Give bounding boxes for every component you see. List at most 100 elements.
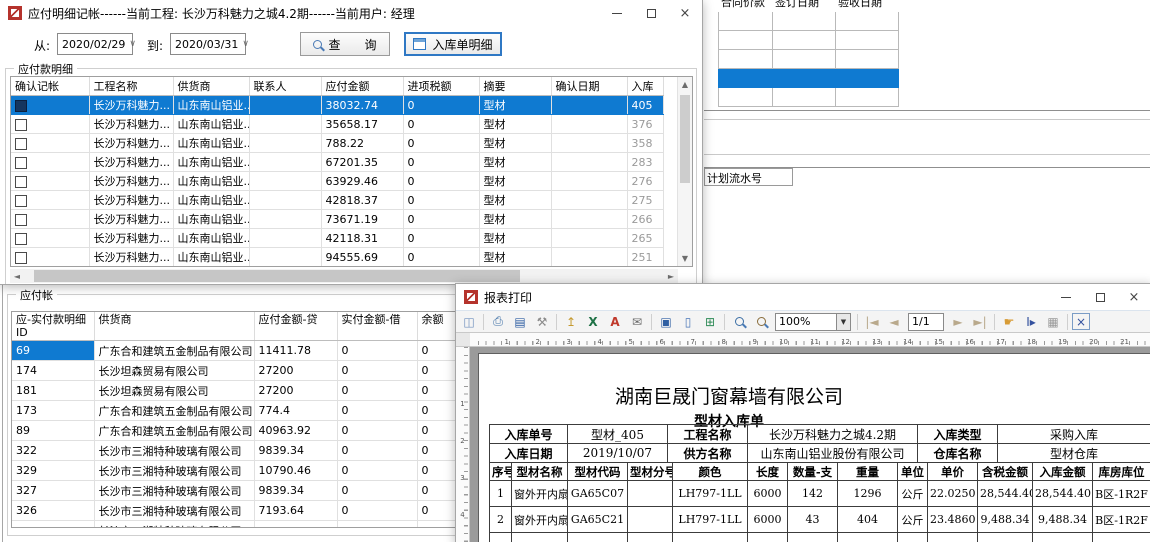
prev-page-icon[interactable]: ◄ xyxy=(884,312,904,331)
cell-inv[interactable]: 250 xyxy=(627,267,663,268)
zoom-in-icon[interactable] xyxy=(729,312,749,331)
col-tax[interactable]: 进项税额 xyxy=(403,77,479,96)
col-credit[interactable]: 应付金额-贷 xyxy=(254,312,337,341)
cell-summary[interactable]: 型材 xyxy=(479,96,551,115)
cell-confirm[interactable] xyxy=(11,115,89,134)
cell-summary[interactable]: 型材 xyxy=(479,229,551,248)
confirm-checkbox[interactable] xyxy=(15,157,27,169)
cell-balance[interactable]: 0 xyxy=(417,461,456,481)
cell-amount[interactable]: 94555.69 xyxy=(321,248,403,267)
scrollbar-thumb[interactable] xyxy=(680,95,690,183)
cell-summary[interactable]: 型材 xyxy=(479,153,551,172)
table-row[interactable]: 长沙万科魅力...山东南山铝业...3895.840型材250 xyxy=(11,267,663,268)
col-debit[interactable]: 实付金额-借 xyxy=(337,312,417,341)
col-confirm[interactable]: 确认记帐 xyxy=(11,77,89,96)
cell-balance[interactable]: 0 xyxy=(417,361,456,381)
scroll-right-icon[interactable]: ► xyxy=(664,269,678,283)
cell-project[interactable]: 长沙万科魅力... xyxy=(89,248,173,267)
cell-amount[interactable]: 788.22 xyxy=(321,134,403,153)
cell-supplier[interactable]: 山东南山铝业... xyxy=(173,248,249,267)
cell-supplier[interactable]: 广东合和建筑五金制品有限公司 xyxy=(94,421,254,441)
cell-inv[interactable]: 405 xyxy=(627,96,663,115)
cell-project[interactable]: 长沙万科魅力... xyxy=(89,134,173,153)
cell-tax[interactable]: 0 xyxy=(403,153,479,172)
confirm-checkbox[interactable] xyxy=(15,195,27,207)
table-row[interactable]: 长沙万科魅力...山东南山铝业...42118.310型材265 xyxy=(11,229,663,248)
cell-tax[interactable]: 0 xyxy=(403,267,479,268)
query-button[interactable]: 查 询 xyxy=(300,32,390,56)
cell-project[interactable]: 长沙万科魅力... xyxy=(89,115,173,134)
cell-amount[interactable]: 3895.84 xyxy=(321,267,403,268)
cell-date[interactable] xyxy=(551,134,627,153)
cell-summary[interactable]: 型材 xyxy=(479,248,551,267)
cell-credit[interactable] xyxy=(254,521,337,528)
cell-inv[interactable]: 283 xyxy=(627,153,663,172)
page-number-field[interactable]: 1/1 xyxy=(908,313,944,331)
cell-credit[interactable]: 774.4 xyxy=(254,401,337,421)
cell-credit[interactable]: 10790.46 xyxy=(254,461,337,481)
cell-supplier[interactable]: 山东南山铝业... xyxy=(173,134,249,153)
confirm-checkbox[interactable] xyxy=(15,252,27,264)
cell-summary[interactable]: 型材 xyxy=(479,134,551,153)
zoom-level-combo[interactable]: 100% ▼ xyxy=(775,313,851,331)
window-minimize-button[interactable] xyxy=(600,0,634,26)
cell-confirm[interactable] xyxy=(11,96,89,115)
table-row[interactable]: 长沙市三湘特种玻璃有限公司 xyxy=(12,521,456,528)
col-summary[interactable]: 摘要 xyxy=(479,77,551,96)
table-row[interactable]: 长沙万科魅力...山东南山铝业...63929.460型材276 xyxy=(11,172,663,191)
cell-confirm[interactable] xyxy=(11,248,89,267)
cell-summary[interactable]: 型材 xyxy=(479,267,551,268)
report-tools-icon[interactable]: ⚒ xyxy=(532,312,552,331)
cell-supplier[interactable]: 长沙市三湘特种玻璃有限公司 xyxy=(94,521,254,528)
cell-tax[interactable]: 0 xyxy=(403,115,479,134)
copy-page-icon[interactable]: ▦ xyxy=(1043,312,1063,331)
title-bar[interactable]: 应付明细记帐------当前工程: 长沙万科魅力之城4.2期------当前用户… xyxy=(0,0,702,26)
cell-supplier[interactable]: 山东南山铝业... xyxy=(173,115,249,134)
cell-confirm[interactable] xyxy=(11,210,89,229)
col-supplier[interactable]: 供货商 xyxy=(94,312,254,341)
cell-summary[interactable]: 型材 xyxy=(479,172,551,191)
confirm-checkbox[interactable] xyxy=(15,176,27,188)
cell-contact[interactable] xyxy=(249,134,321,153)
cell-contact[interactable] xyxy=(249,248,321,267)
cell-id[interactable]: 173 xyxy=(12,401,94,421)
cell-id[interactable]: 174 xyxy=(12,361,94,381)
close-preview-icon[interactable]: × xyxy=(1072,313,1090,330)
table-row-selected[interactable]: 长沙万科魅力...山东南山铝业...38032.740型材405 xyxy=(11,96,663,115)
table-row[interactable]: 322长沙市三湘特种玻璃有限公司9839.3400 xyxy=(12,441,456,461)
window-close-button[interactable]: × xyxy=(668,0,702,26)
cell-id[interactable] xyxy=(12,521,94,528)
table-row[interactable]: 长沙万科魅力...山东南山铝业...94555.690型材251 xyxy=(11,248,663,267)
scroll-left-icon[interactable]: ◄ xyxy=(10,269,24,283)
confirm-checkbox[interactable] xyxy=(15,119,27,131)
title-bar[interactable]: 报表打印 × xyxy=(456,284,1150,310)
cell-id[interactable]: 326 xyxy=(12,501,94,521)
col-confirm-date[interactable]: 确认日期 xyxy=(551,77,627,96)
table-row[interactable]: 长沙万科魅力...山东南山铝业...42818.370型材275 xyxy=(11,191,663,210)
scrollbar-thumb[interactable] xyxy=(34,270,520,282)
cell-contact[interactable] xyxy=(249,191,321,210)
group-tree-toggle-icon[interactable]: ◫ xyxy=(459,312,479,331)
cell-date[interactable] xyxy=(551,153,627,172)
table-row[interactable]: 长沙万科魅力...山东南山铝业...788.220型材358 xyxy=(11,134,663,153)
chevron-down-icon[interactable]: ∨ xyxy=(238,39,253,49)
cell-credit[interactable]: 27200 xyxy=(254,361,337,381)
cell-amount[interactable]: 42118.31 xyxy=(321,229,403,248)
table-row[interactable]: 181长沙坦森贸易有限公司2720000 xyxy=(12,381,456,401)
cell-project[interactable]: 长沙万科魅力... xyxy=(89,267,173,268)
zoom-out-icon[interactable] xyxy=(751,312,771,331)
cell-date[interactable] xyxy=(551,96,627,115)
table-row[interactable] xyxy=(719,31,899,50)
export-file-icon[interactable]: ↥ xyxy=(561,312,581,331)
cell-balance[interactable]: 0 xyxy=(417,421,456,441)
cell-date[interactable] xyxy=(551,267,627,268)
table-row[interactable] xyxy=(719,88,899,107)
col-detail-id[interactable]: 应-实付款明细ID xyxy=(12,312,94,341)
cell-debit[interactable]: 0 xyxy=(337,361,417,381)
report-page[interactable]: 湖南巨晟门窗幕墙有限公司 型材入库单 入库单号 型材_405 工程名称 长沙万科… xyxy=(478,353,1150,542)
cell-debit[interactable]: 0 xyxy=(337,421,417,441)
cell-debit[interactable] xyxy=(337,521,417,528)
confirm-checkbox[interactable] xyxy=(15,100,27,112)
chevron-down-icon[interactable]: ▼ xyxy=(836,314,850,330)
export-grid-icon[interactable]: ⊞ xyxy=(700,312,720,331)
